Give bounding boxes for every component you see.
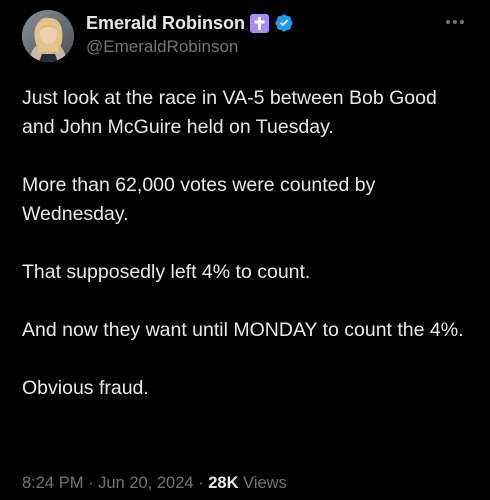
tweet-text: Just look at the race in VA-5 between Bo…: [22, 84, 472, 432]
latin-cross-icon: [250, 13, 270, 33]
meta-separator: ·: [88, 474, 94, 492]
views-count[interactable]: 28K: [208, 474, 238, 492]
avatar[interactable]: [22, 10, 74, 62]
author-name-row: Emerald Robinson: [86, 11, 294, 35]
avatar-image: [22, 10, 74, 62]
tweet-date[interactable]: Jun 20, 2024: [98, 474, 193, 492]
tweet-paragraph: That supposedly left 4% to count.: [22, 261, 311, 283]
verified-badge-icon[interactable]: [274, 13, 294, 33]
meta-separator: ·: [198, 474, 204, 492]
tweet-paragraph: And now they want until MONDAY to count …: [22, 319, 464, 341]
more-horizontal-icon[interactable]: [444, 12, 466, 32]
tweet-meta: 8:24 PM · Jun 20, 2024 · 28K Views: [22, 474, 287, 493]
tweet-paragraph: Obvious fraud.: [22, 377, 149, 399]
views-label: Views: [243, 474, 287, 492]
tweet-paragraph: More than 62,000 votes were counted by W…: [22, 174, 376, 225]
tweet-paragraph: Just look at the race in VA-5 between Bo…: [22, 87, 437, 138]
tweet-time[interactable]: 8:24 PM: [22, 474, 83, 492]
author-handle[interactable]: @EmeraldRobinson: [86, 37, 238, 57]
tweet-card: Emerald Robinson @EmeraldRobinson Just l…: [0, 0, 490, 500]
author-display-name[interactable]: Emerald Robinson: [86, 13, 245, 34]
